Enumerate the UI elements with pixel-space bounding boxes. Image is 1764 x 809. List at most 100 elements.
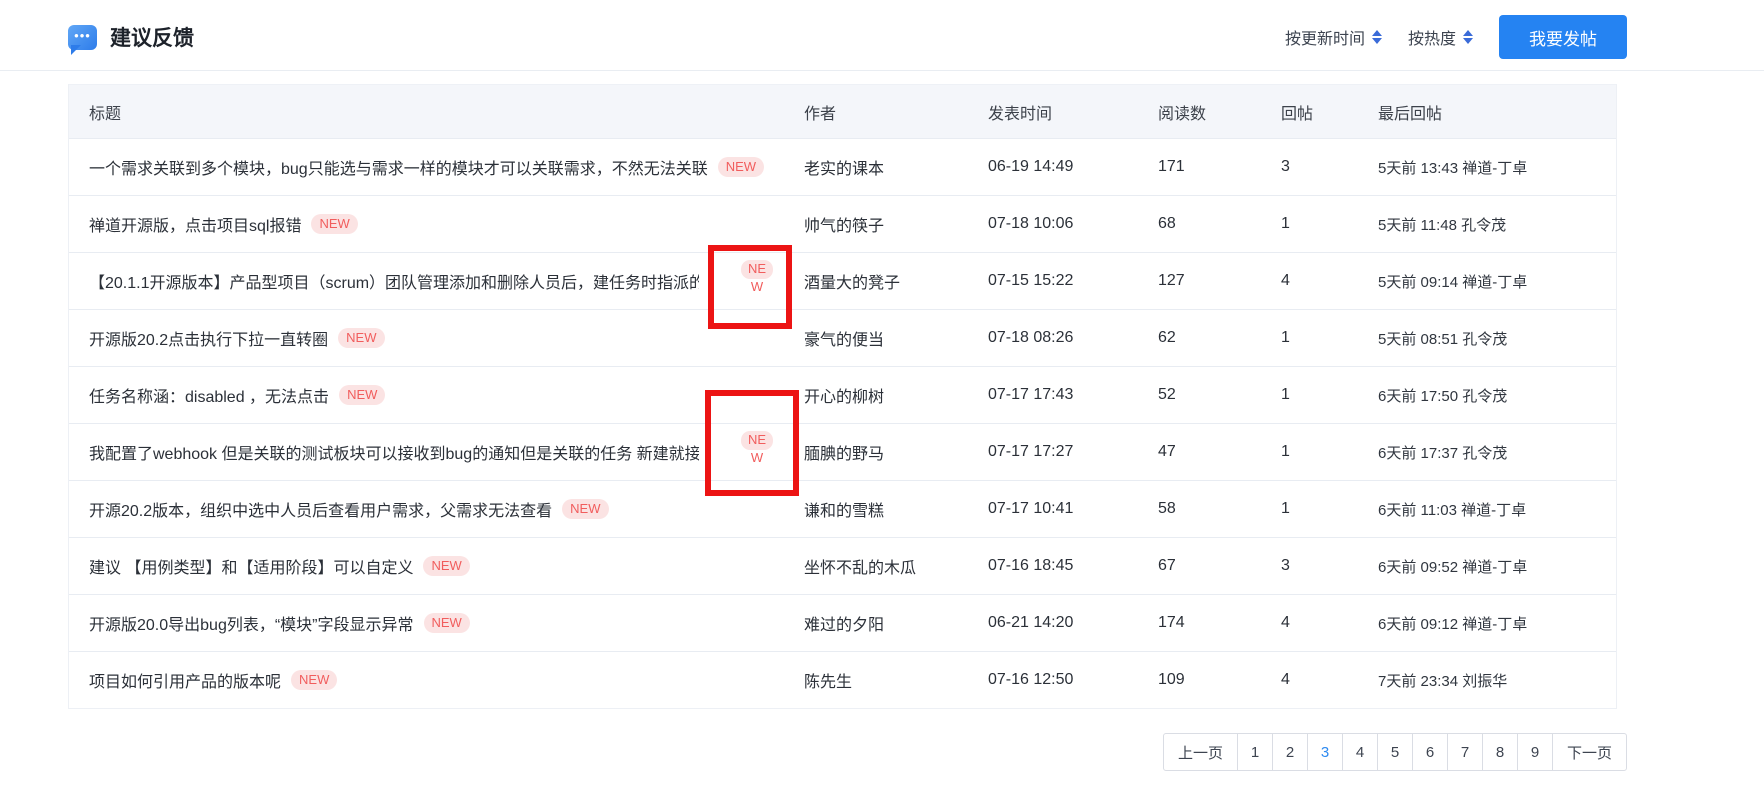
- pagination-page-9[interactable]: 9: [1516, 733, 1553, 771]
- read-count-cell: 174: [1158, 614, 1185, 631]
- read-count-cell: 47: [1158, 443, 1176, 460]
- new-badge: NEW: [339, 384, 386, 406]
- pagination-page-7[interactable]: 7: [1446, 733, 1483, 771]
- author-cell: 豪气的便当: [804, 332, 885, 349]
- pagination-page-4[interactable]: 4: [1341, 733, 1378, 771]
- post-title-cell: 开源版20.2点击执行下拉一直转圈 NEW: [89, 326, 804, 350]
- post-time-cell: 07-17 17:43: [988, 386, 1074, 403]
- post-title-link[interactable]: 我配置了webhook 但是关联的测试板块可以接收到bug的通知但是关联的任务 …: [89, 440, 699, 464]
- sort-carets-icon: [1371, 30, 1382, 44]
- reply-count-cell: 3: [1281, 158, 1290, 175]
- last-reply-cell: 6天前 17:37 孔令茂: [1378, 444, 1508, 462]
- author-cell: 酒量大的凳子: [804, 275, 901, 292]
- post-time-cell: 07-18 08:26: [988, 329, 1074, 346]
- post-time-cell: 06-19 14:49: [988, 158, 1074, 175]
- post-title-link[interactable]: 【20.1.1开源版本】产品型项目（scrum）团队管理添加和删除人员后，建任务…: [89, 269, 699, 293]
- read-count-cell: 127: [1158, 272, 1185, 289]
- read-count-cell: 67: [1158, 557, 1176, 574]
- pagination: 上一页 1 2 3 4 5 6 7 8 9 下一页: [1162, 733, 1627, 771]
- new-badge: NEW: [338, 327, 385, 349]
- post-title-cell: 建议 【用例类型】和【适用阶段】可以自定义 NEW: [89, 554, 804, 578]
- suggestion-feedback-page: ••• 建议反馈 按更新时间 按热度 我要发帖 标题 作者 发表时间 阅读数 回帖 最后回…: [0, 0, 1764, 809]
- sort-by-update-time-label: 按更新时间: [1284, 31, 1365, 48]
- last-reply-cell: 6天前 09:12 禅道-丁卓: [1378, 615, 1528, 633]
- sort-by-update-time[interactable]: 按更新时间: [1285, 25, 1382, 49]
- new-badge: NEW: [291, 669, 338, 691]
- table-row: 建议 【用例类型】和【适用阶段】可以自定义 NEW 坐怀不乱的木瓜 07-16 18:…: [69, 537, 1616, 594]
- last-reply-cell: 6天前 17:50 孔令茂: [1378, 387, 1508, 405]
- chat-bubble-icon: •••: [68, 24, 97, 55]
- reply-count-cell: 1: [1281, 329, 1290, 346]
- read-count-cell: 68: [1158, 215, 1176, 232]
- table-row: 开源版20.2点击执行下拉一直转圈 NEW 豪气的便当 07-18 08:26 62 1 5…: [69, 309, 1616, 366]
- table-row: 我配置了webhook 但是关联的测试板块可以接收到bug的通知但是关联的任务 …: [69, 423, 1616, 480]
- read-count-cell: 62: [1158, 329, 1176, 346]
- table-row: 禅道开源版，点击项目sql报错 NEW 帅气的筷子 07-18 10:06 68 1 5天前…: [69, 195, 1616, 252]
- reply-count-cell: 1: [1281, 500, 1290, 517]
- post-title-link[interactable]: 建议 【用例类型】和【适用阶段】可以自定义: [89, 554, 413, 578]
- post-title-link[interactable]: 开源20.2版本，组织中选中人员后查看用户需求，父需求无法查看: [89, 497, 552, 521]
- annotation-box-row6-new-badge: [705, 390, 799, 496]
- post-title-link[interactable]: 任务名称涵：disabled ，无法点击: [89, 383, 329, 407]
- page-title: 建议反馈: [110, 27, 194, 50]
- pagination-prev-button[interactable]: 上一页: [1162, 733, 1238, 771]
- author-cell: 腼腆的野马: [804, 446, 885, 463]
- reply-count-cell: 3: [1281, 557, 1290, 574]
- author-cell: 开心的柳树: [804, 389, 885, 406]
- pagination-page-8[interactable]: 8: [1481, 733, 1518, 771]
- post-title-link[interactable]: 开源版20.2点击执行下拉一直转圈: [89, 326, 328, 350]
- post-title-link[interactable]: 开源版20.0导出bug列表，“模块”字段显示异常: [89, 611, 414, 635]
- last-reply-cell: 6天前 09:52 禅道-丁卓: [1378, 558, 1528, 576]
- new-badge: NEW: [717, 156, 765, 178]
- sort-by-hot[interactable]: 按热度: [1408, 25, 1473, 49]
- new-post-button[interactable]: 我要发帖: [1499, 15, 1627, 59]
- author-cell: 难过的夕阳: [804, 617, 885, 634]
- read-count-cell: 52: [1158, 386, 1176, 403]
- post-time-cell: 07-15 15:22: [988, 272, 1074, 289]
- last-reply-cell: 5天前 11:48 孔令茂: [1378, 216, 1507, 234]
- sort-by-hot-label: 按热度: [1407, 31, 1456, 48]
- column-header-5: 最后回帖: [1378, 105, 1443, 123]
- author-cell: 老实的课本: [804, 161, 885, 178]
- post-time-cell: 07-16 18:45: [988, 557, 1074, 574]
- post-title-cell: 我配置了webhook 但是关联的测试板块可以接收到bug的通知但是关联的任务 …: [89, 431, 804, 465]
- last-reply-cell: 5天前 13:43 禅道-丁卓: [1378, 159, 1528, 177]
- pagination-page-1[interactable]: 1: [1236, 733, 1273, 771]
- new-badge: NEW: [562, 498, 609, 520]
- read-count-cell: 109: [1158, 671, 1185, 688]
- post-title-link[interactable]: 项目如何引用产品的版本呢: [89, 668, 281, 692]
- last-reply-cell: 5天前 09:14 禅道-丁卓: [1378, 273, 1528, 291]
- column-header-2: 发表时间: [988, 105, 1053, 123]
- post-title-link[interactable]: 禅道开源版，点击项目sql报错: [89, 212, 301, 236]
- author-cell: 谦和的雪糕: [804, 503, 885, 520]
- author-cell: 坐怀不乱的木瓜: [804, 560, 917, 577]
- reply-count-cell: 4: [1281, 671, 1290, 688]
- pagination-page-2[interactable]: 2: [1271, 733, 1308, 771]
- post-time-cell: 07-17 10:41: [988, 500, 1074, 517]
- pagination-page-5[interactable]: 5: [1376, 733, 1413, 771]
- post-title-cell: 开源20.2版本，组织中选中人员后查看用户需求，父需求无法查看 NEW: [89, 497, 804, 521]
- table-row: 开源版20.0导出bug列表，“模块”字段显示异常 NEW 难过的夕阳 06-21 1…: [69, 594, 1616, 651]
- last-reply-cell: 7天前 23:34 刘振华: [1378, 672, 1508, 690]
- new-badge: NEW: [423, 555, 470, 577]
- author-cell: 帅气的筷子: [804, 218, 885, 235]
- post-title-cell: 一个需求关联到多个模块，bug只能选与需求一样的模块才可以关联需求，不然无法关联…: [89, 155, 804, 179]
- post-title-cell: 开源版20.0导出bug列表，“模块”字段显示异常 NEW: [89, 611, 804, 635]
- post-title-cell: 【20.1.1开源版本】产品型项目（scrum）团队管理添加和删除人员后，建任务…: [89, 260, 804, 294]
- column-header-4: 回帖: [1281, 105, 1314, 123]
- column-header-1: 作者: [804, 105, 837, 123]
- post-time-cell: 07-18 10:06: [988, 215, 1074, 232]
- pagination-page-3[interactable]: 3: [1306, 733, 1343, 771]
- reply-count-cell: 4: [1281, 614, 1290, 631]
- pagination-page-6[interactable]: 6: [1411, 733, 1448, 771]
- page-header: ••• 建议反馈 按更新时间 按热度 我要发帖: [68, 12, 1627, 62]
- post-title-cell: 任务名称涵：disabled ，无法点击 NEW: [89, 383, 804, 407]
- post-title-link[interactable]: 一个需求关联到多个模块，bug只能选与需求一样的模块才可以关联需求，不然无法关联: [89, 155, 708, 179]
- pagination-next-button[interactable]: 下一页: [1551, 733, 1627, 771]
- table-row: 开源20.2版本，组织中选中人员后查看用户需求，父需求无法查看 NEW 谦和的雪糕 0…: [69, 480, 1616, 537]
- read-count-cell: 171: [1158, 158, 1185, 175]
- post-title-cell: 禅道开源版，点击项目sql报错 NEW: [89, 212, 804, 236]
- reply-count-cell: 4: [1281, 272, 1290, 289]
- table-row: 项目如何引用产品的版本呢 NEW 陈先生 07-16 12:50 109 4 7天前 23:…: [69, 651, 1616, 708]
- reply-count-cell: 1: [1281, 215, 1290, 232]
